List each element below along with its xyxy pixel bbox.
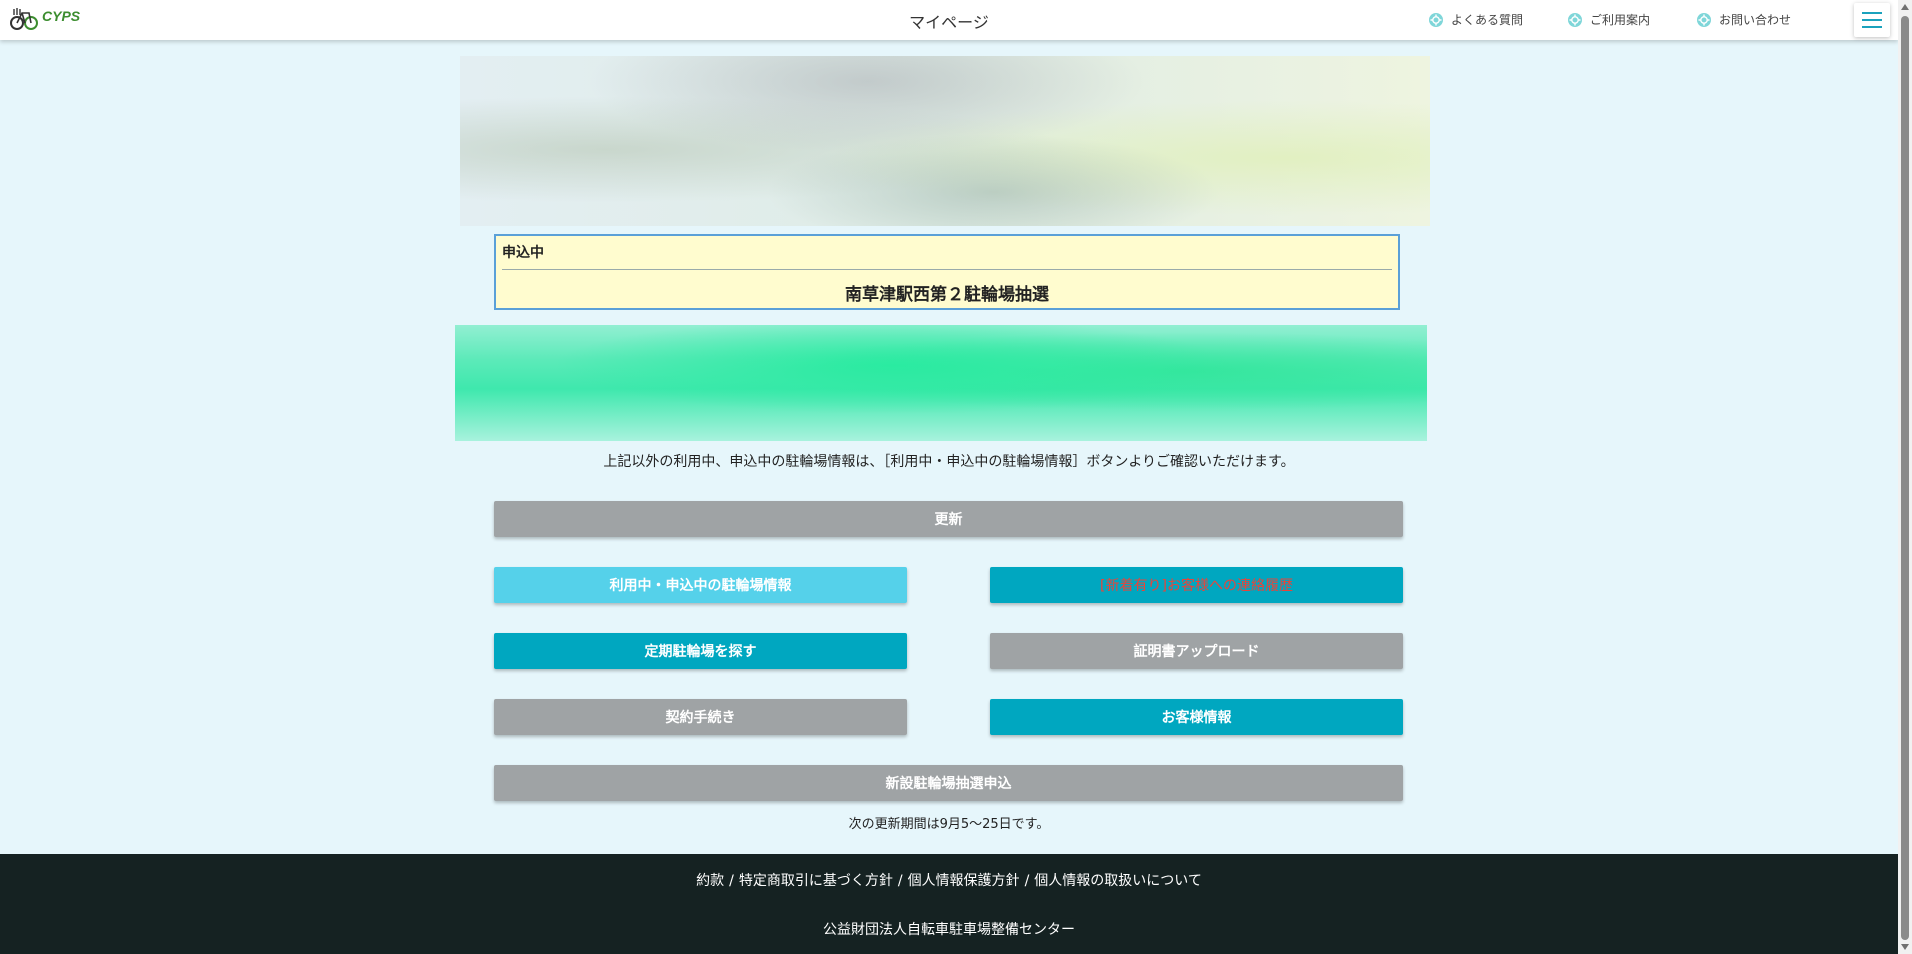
- hamburger-menu-icon[interactable]: [1854, 3, 1890, 37]
- contact-link[interactable]: お問い合わせ: [1696, 11, 1791, 28]
- search-parking-button[interactable]: 定期駐輪場を探す: [494, 633, 907, 669]
- certificate-upload-button[interactable]: 証明書アップロード: [990, 633, 1403, 669]
- footer-link-privacy-policy[interactable]: 個人情報保護方針: [908, 873, 1020, 889]
- help-gear-icon: [1429, 12, 1443, 27]
- top-header: CYPS マイページ よくある質問 ご利用案内 お問い合わせ: [0, 0, 1898, 40]
- faq-link-label: よくある質問: [1451, 13, 1524, 27]
- application-parking-name: 南草津駅西第２駐輪場抽選: [845, 285, 1049, 305]
- menu-bar: [1862, 19, 1882, 21]
- guide-link-label: ご利用案内: [1590, 13, 1651, 27]
- page-scrollbar[interactable]: [1898, 0, 1912, 954]
- footer-separator: /: [729, 873, 734, 889]
- application-status-box: 申込中 南草津駅西第２駐輪場抽選: [494, 234, 1400, 310]
- blurred-banner-image: [460, 56, 1430, 226]
- footer-link-commerce-policy[interactable]: 特定商取引に基づく方針: [739, 873, 893, 889]
- footer-separator: /: [1024, 873, 1030, 889]
- footer-organization: 公益財団法人自転車駐車場整備センター: [823, 922, 1075, 938]
- scroll-up-arrow-icon[interactable]: [1901, 4, 1909, 10]
- blurred-banner-image-green: [455, 325, 1427, 441]
- contact-history-button[interactable]: [新着有り]お客様への連絡履歴: [990, 567, 1403, 603]
- footer-link-personal-info[interactable]: 個人情報の取扱いについて: [1034, 873, 1202, 889]
- contact-gear-icon: [1697, 12, 1712, 27]
- contract-procedure-button[interactable]: 契約手続き: [494, 699, 907, 735]
- menu-bar: [1862, 26, 1882, 28]
- guide-gear-icon: [1568, 12, 1583, 27]
- menu-bar: [1862, 12, 1882, 14]
- divider: [502, 269, 1392, 270]
- faq-link[interactable]: よくある質問: [1428, 11, 1523, 28]
- application-status: 申込中: [502, 245, 544, 261]
- customer-info-button[interactable]: お客様情報: [990, 699, 1403, 735]
- new-lottery-application-button[interactable]: 新設駐輪場抽選申込: [494, 765, 1403, 801]
- contact-link-label: お問い合わせ: [1719, 13, 1792, 27]
- footer-link-terms[interactable]: 約款: [696, 873, 724, 889]
- footer: 約款 / 特定商取引に基づく方針 / 個人情報保護方針 / 個人情報の取扱いについて 公益財…: [0, 854, 1898, 954]
- notice-text: 上記以外の利用中、申込中の駐輪場情報は、［利用中・申込中の駐輪場情報］ボタンより…: [603, 454, 1295, 470]
- footer-links: 約款 / 特定商取引に基づく方針 / 個人情報保護方針 / 個人情報の取扱いについて: [0, 870, 1898, 890]
- header-links: よくある質問 ご利用案内 お問い合わせ: [1428, 11, 1791, 28]
- scrollbar-thumb[interactable]: [1901, 16, 1909, 940]
- update-button[interactable]: 更新: [494, 501, 1403, 537]
- scroll-down-arrow-icon[interactable]: [1901, 944, 1909, 950]
- footer-separator: /: [897, 873, 903, 889]
- in-use-parking-info-button[interactable]: 利用中・申込中の駐輪場情報: [494, 567, 907, 603]
- guide-link[interactable]: ご利用案内: [1567, 11, 1650, 28]
- update-period-note: 次の更新期間は9月5〜25日です。: [848, 817, 1050, 832]
